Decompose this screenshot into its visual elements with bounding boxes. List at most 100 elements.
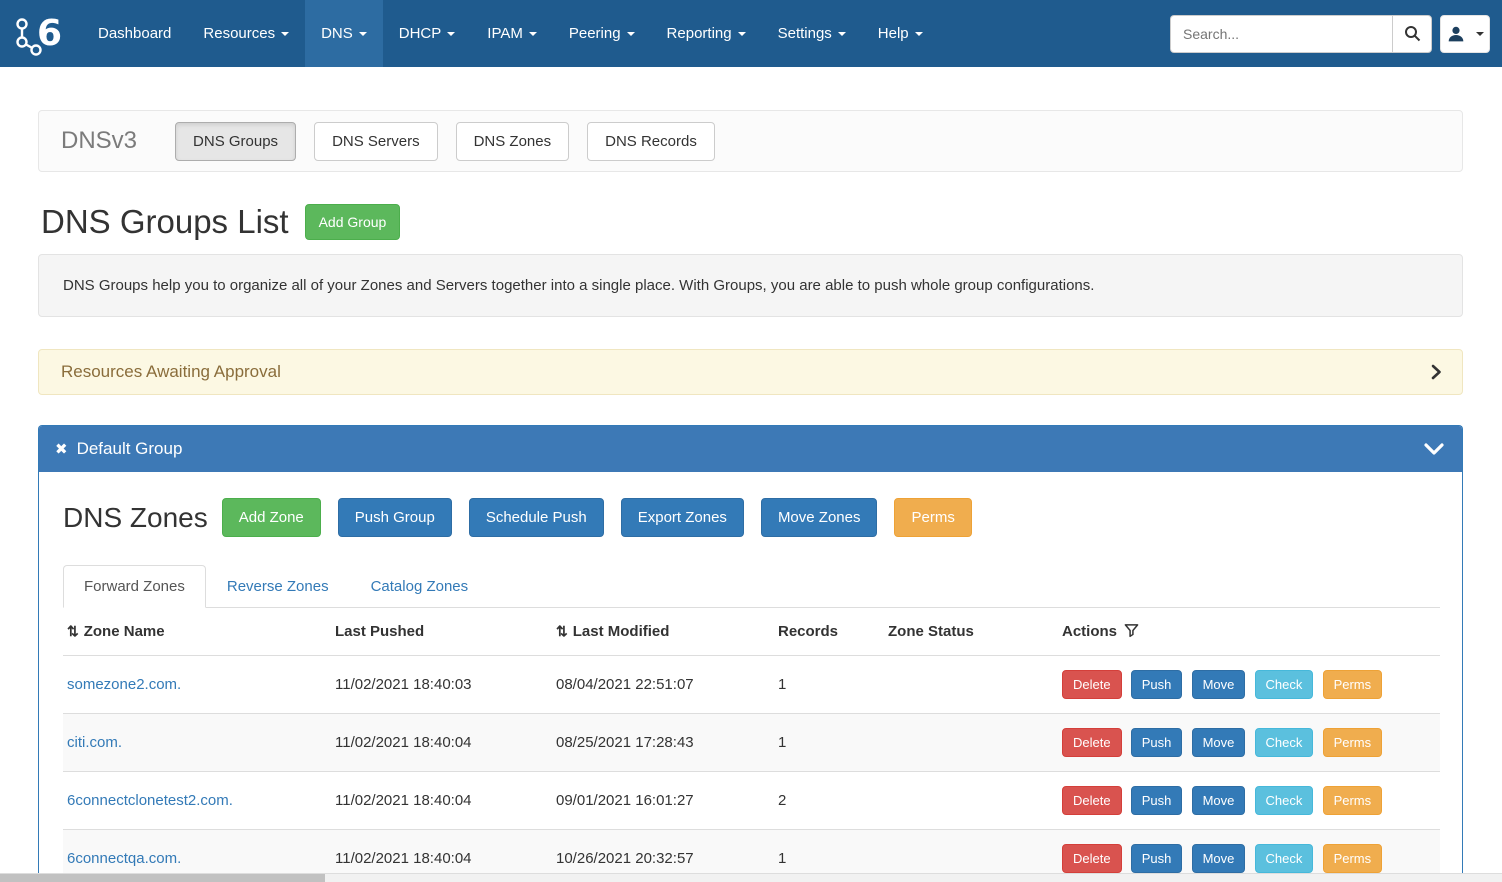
resources-awaiting-approval-panel[interactable]: Resources Awaiting Approval	[38, 349, 1463, 395]
add-group-button[interactable]: Add Group	[305, 204, 401, 240]
top-navbar: 6 Dashboard Resources DNS DHCP IPAM Peer…	[0, 0, 1502, 67]
chevron-right-icon	[1428, 364, 1444, 380]
tab-forward-zones[interactable]: Forward Zones	[63, 565, 206, 608]
perms-button[interactable]: Perms	[1323, 670, 1383, 699]
svg-text:6: 6	[37, 13, 62, 54]
zone-link[interactable]: 6connectqa.com.	[67, 850, 181, 867]
remove-group-icon[interactable]: ✖	[55, 440, 68, 458]
table-row: citi.com. 11/02/2021 18:40:04 08/25/2021…	[63, 714, 1440, 772]
zone-link[interactable]: somezone2.com.	[67, 676, 181, 693]
col-records[interactable]: Records	[774, 608, 884, 656]
perms-button[interactable]: Perms	[1323, 728, 1383, 757]
nav-item-reporting[interactable]: Reporting	[651, 0, 762, 67]
move-button[interactable]: Move	[1192, 844, 1246, 873]
move-button[interactable]: Move	[1192, 786, 1246, 815]
horizontal-scrollbar-thumb[interactable]	[0, 874, 325, 882]
delete-button[interactable]: Delete	[1062, 670, 1122, 699]
group-panel-header[interactable]: ✖ Default Group	[39, 426, 1462, 472]
perms-button[interactable]: Perms	[894, 498, 971, 537]
zone-link[interactable]: citi.com.	[67, 734, 122, 751]
move-button[interactable]: Move	[1192, 670, 1246, 699]
move-button[interactable]: Move	[1192, 728, 1246, 757]
last-pushed-cell: 11/02/2021 18:40:04	[331, 772, 552, 830]
intro-well: DNS Groups help you to organize all of y…	[38, 254, 1463, 317]
tab-dns-servers[interactable]: DNS Servers	[314, 122, 438, 161]
nav-item-label: Dashboard	[98, 25, 171, 42]
nav-item-label: Resources	[203, 25, 275, 42]
last-modified-cell: 08/25/2021 17:28:43	[552, 714, 774, 772]
zone-type-tabs: Forward Zones Reverse Zones Catalog Zone…	[63, 565, 1440, 608]
nav-item-dns[interactable]: DNS	[305, 0, 383, 67]
col-last-modified[interactable]: ⇅Last Modified	[552, 608, 774, 656]
search-input[interactable]	[1170, 15, 1392, 53]
sixconnect-logo[interactable]: 6	[0, 0, 82, 67]
zone-name-cell: 6connectclonetest2.com.	[63, 772, 331, 830]
dnsv3-module-bar: DNSv3 DNS Groups DNS Servers DNS Zones D…	[38, 110, 1463, 172]
push-button[interactable]: Push	[1131, 728, 1183, 757]
filter-icon[interactable]	[1124, 623, 1139, 638]
chevron-down-icon	[359, 32, 367, 36]
zone-status-cell	[884, 656, 1058, 714]
sort-icon[interactable]: ⇅	[556, 623, 568, 639]
last-pushed-cell: 11/02/2021 18:40:04	[331, 714, 552, 772]
push-group-button[interactable]: Push Group	[338, 498, 452, 537]
records-cell: 1	[774, 656, 884, 714]
last-modified-cell: 09/01/2021 16:01:27	[552, 772, 774, 830]
approval-panel-title: Resources Awaiting Approval	[61, 362, 281, 382]
nav-item-dhcp[interactable]: DHCP	[383, 0, 472, 67]
move-zones-button[interactable]: Move Zones	[761, 498, 878, 537]
chevron-down-icon	[281, 32, 289, 36]
delete-button[interactable]: Delete	[1062, 728, 1122, 757]
zone-link[interactable]: 6connectclonetest2.com.	[67, 792, 233, 809]
perms-button[interactable]: Perms	[1323, 844, 1383, 873]
col-zone-name[interactable]: ⇅Zone Name	[63, 608, 331, 656]
export-zones-button[interactable]: Export Zones	[621, 498, 744, 537]
page-title-row: DNS Groups List Add Group	[41, 203, 1463, 241]
search-button[interactable]	[1392, 15, 1432, 53]
schedule-push-button[interactable]: Schedule Push	[469, 498, 604, 537]
zones-table: ⇅Zone Name Last Pushed ⇅Last Modified Re…	[63, 608, 1440, 882]
zone-status-cell	[884, 714, 1058, 772]
user-menu-button[interactable]	[1440, 15, 1490, 53]
nav-item-dashboard[interactable]: Dashboard	[82, 0, 187, 67]
nav-item-ipam[interactable]: IPAM	[471, 0, 553, 67]
tab-dns-zones[interactable]: DNS Zones	[456, 122, 570, 161]
tab-dns-records[interactable]: DNS Records	[587, 122, 715, 161]
tab-dns-groups[interactable]: DNS Groups	[175, 122, 296, 161]
nav-item-help[interactable]: Help	[862, 0, 939, 67]
search-icon	[1404, 25, 1421, 42]
chevron-down-icon	[529, 32, 537, 36]
push-button[interactable]: Push	[1131, 844, 1183, 873]
collapse-toggle[interactable]	[1424, 442, 1444, 456]
push-button[interactable]: Push	[1131, 786, 1183, 815]
last-pushed-cell: 11/02/2021 18:40:03	[331, 656, 552, 714]
delete-button[interactable]: Delete	[1062, 844, 1122, 873]
records-cell: 1	[774, 714, 884, 772]
col-actions: Actions	[1058, 608, 1440, 656]
nav-item-label: Peering	[569, 25, 621, 42]
check-button[interactable]: Check	[1255, 844, 1314, 873]
check-button[interactable]: Check	[1255, 786, 1314, 815]
sort-icon[interactable]: ⇅	[67, 623, 79, 639]
nav-item-label: IPAM	[487, 25, 523, 42]
perms-button[interactable]: Perms	[1323, 786, 1383, 815]
zones-toolbar: DNS Zones Add Zone Push Group Schedule P…	[63, 498, 1440, 537]
user-icon	[1447, 25, 1465, 43]
tab-catalog-zones[interactable]: Catalog Zones	[350, 565, 490, 608]
group-title: Default Group	[77, 439, 183, 459]
sixconnect-logo-icon: 6	[12, 12, 64, 56]
nav-item-resources[interactable]: Resources	[187, 0, 305, 67]
chevron-down-icon	[838, 32, 846, 36]
nav-item-settings[interactable]: Settings	[762, 0, 862, 67]
push-button[interactable]: Push	[1131, 670, 1183, 699]
module-title: DNSv3	[61, 127, 137, 155]
col-zone-status[interactable]: Zone Status	[884, 608, 1058, 656]
horizontal-scrollbar[interactable]	[0, 873, 1502, 882]
add-zone-button[interactable]: Add Zone	[222, 498, 321, 537]
check-button[interactable]: Check	[1255, 670, 1314, 699]
col-last-pushed[interactable]: Last Pushed	[331, 608, 552, 656]
nav-item-peering[interactable]: Peering	[553, 0, 651, 67]
check-button[interactable]: Check	[1255, 728, 1314, 757]
tab-reverse-zones[interactable]: Reverse Zones	[206, 565, 350, 608]
delete-button[interactable]: Delete	[1062, 786, 1122, 815]
